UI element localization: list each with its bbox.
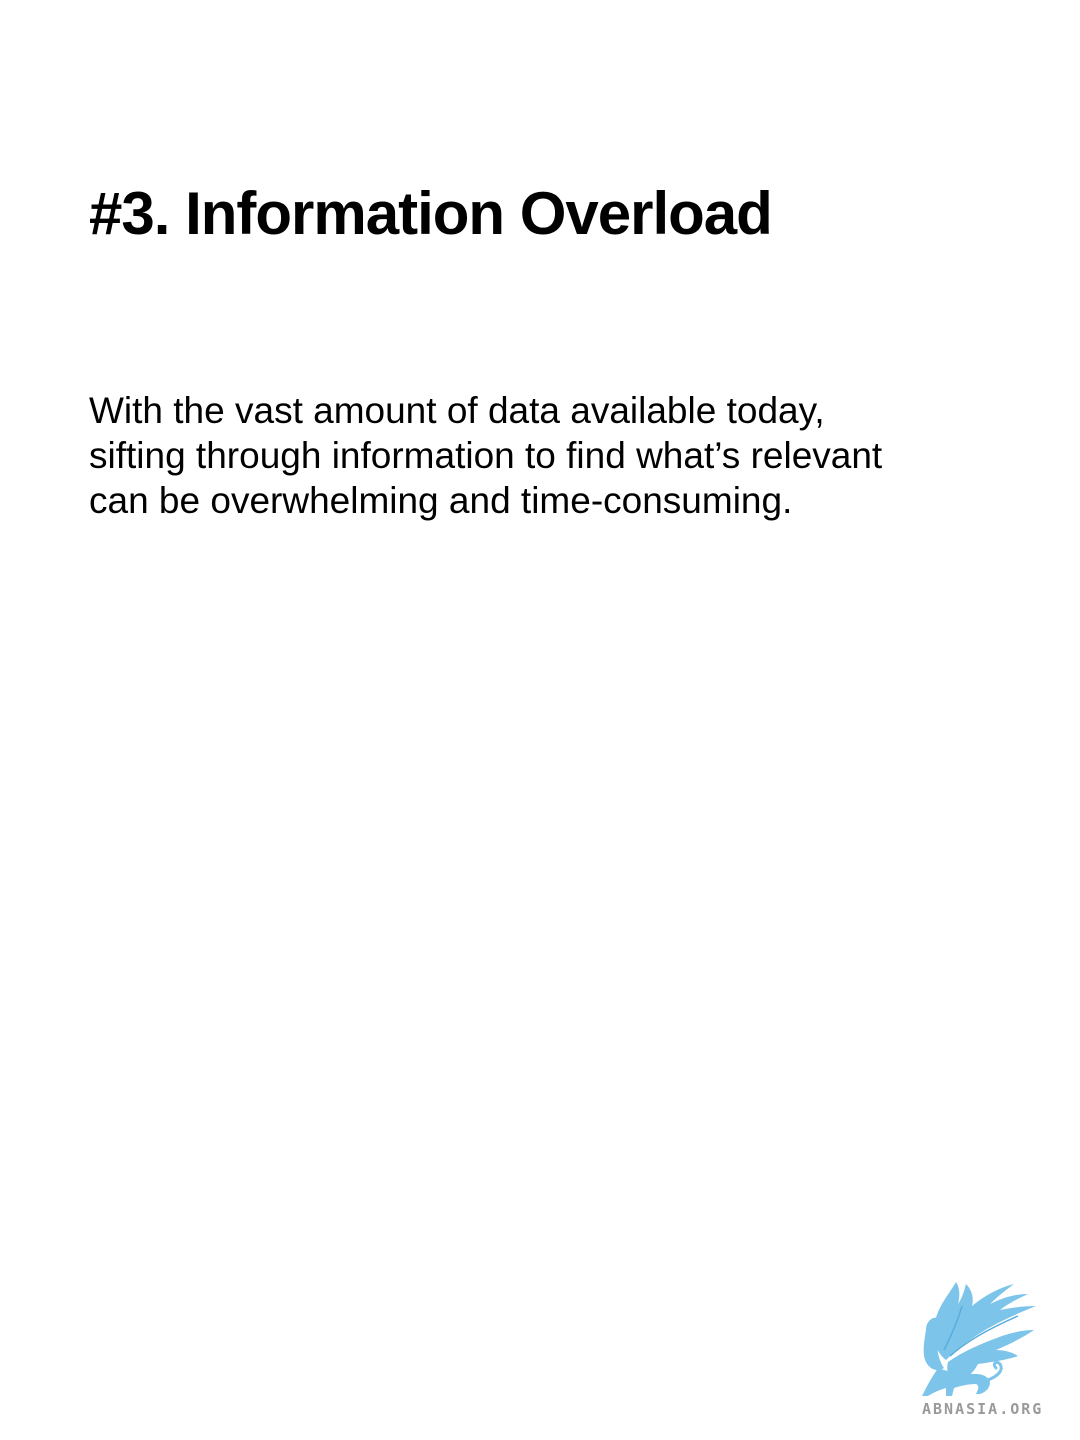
page-title: #3. Information Overload <box>89 180 773 247</box>
griffin-icon <box>922 1282 1036 1396</box>
body-line: sifting through information to find what… <box>89 435 883 476</box>
body-line: With the vast amount of data available t… <box>89 390 825 431</box>
logo-wordmark: ABNASIA.ORG <box>922 1400 1044 1418</box>
brand-logo: ABNASIA.ORG <box>918 1276 1058 1426</box>
body-line: can be overwhelming and time-consuming. <box>89 480 793 521</box>
body-paragraph: With the vast amount of data available t… <box>89 388 1029 523</box>
